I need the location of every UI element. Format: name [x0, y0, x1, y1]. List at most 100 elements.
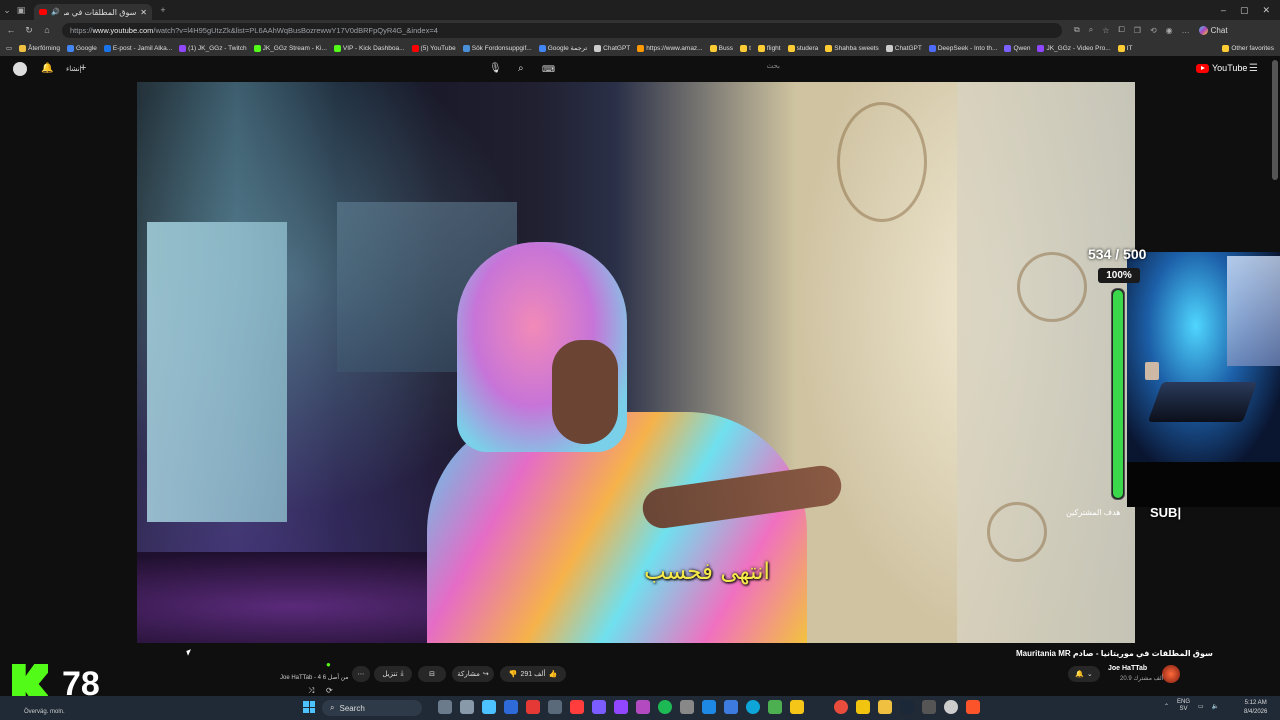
bookmark-item[interactable]: https://www.amaz... [637, 44, 703, 52]
page-scrollbar[interactable] [1272, 60, 1278, 180]
app-icon[interactable] [702, 700, 716, 714]
like-icon[interactable]: 👍 [548, 670, 557, 678]
bookmark-item[interactable]: ChatGPT [594, 44, 630, 52]
other-favorites[interactable]: Other favorites [1222, 44, 1280, 52]
subscribe-bell-button[interactable]: 🔔 ⌄ [1068, 666, 1100, 682]
speaker-icon[interactable]: 🔊 [51, 8, 60, 16]
bookmark-item[interactable]: JK_GGz Stream - Ki... [253, 44, 327, 52]
steam-icon[interactable] [900, 700, 914, 714]
app-icon[interactable] [570, 700, 584, 714]
app-icon[interactable] [834, 700, 848, 714]
close-window-icon[interactable]: ✕ [1262, 5, 1270, 16]
bookmark-item[interactable]: ChatGPT [885, 44, 922, 52]
back-icon[interactable]: ← [4, 25, 18, 35]
download-button[interactable]: تنزيل ⤓ [374, 666, 412, 682]
app-icon[interactable] [592, 700, 606, 714]
maximize-icon[interactable]: ▢ [1240, 5, 1249, 16]
zoom-icon[interactable]: ⌕ [1089, 25, 1093, 35]
save-button[interactable]: ⊟ [418, 666, 446, 682]
video-player[interactable]: انتهى فحسب [137, 82, 1135, 643]
share-button[interactable]: مشاركة ↪ [452, 666, 494, 682]
new-tab-icon[interactable]: + [156, 5, 170, 15]
extensions-icon[interactable]: ⧠ [1118, 25, 1124, 35]
bookmark-item[interactable]: Google [66, 44, 97, 52]
bookmark-folder[interactable]: t [740, 44, 751, 52]
bookmark-item[interactable]: Google ترجمة [538, 44, 587, 52]
app-icon[interactable] [460, 700, 474, 714]
bookmark-label: JK_GGz Stream - Ki... [262, 44, 327, 52]
brave-icon[interactable] [966, 700, 980, 714]
bookmark-item[interactable]: Qwen [1004, 44, 1030, 52]
menu-dots-icon[interactable]: … [1182, 26, 1190, 35]
collections-icon[interactable]: ❐ [1134, 26, 1141, 35]
file-explorer-icon[interactable] [878, 700, 892, 714]
weather-label[interactable]: Överväg. moln. [24, 709, 65, 715]
youtube-search-input[interactable]: بحث [536, 62, 786, 76]
app-icon[interactable] [922, 700, 936, 714]
bookmark-item[interactable]: VIP - Kick Dashboa... [333, 44, 405, 52]
language-indicator[interactable]: ENG SV [1177, 699, 1190, 713]
shuffle-icon[interactable]: ⤨ [308, 686, 314, 696]
tray-chevron-up-icon[interactable]: ⌃ [1164, 703, 1169, 710]
bookmark-item[interactable]: (1) JK_GGz - Twitch [179, 44, 247, 52]
tab-actions-icon[interactable]: ⌄ [0, 5, 14, 16]
home-icon[interactable]: ⌂ [40, 25, 54, 35]
app-icon[interactable] [768, 700, 782, 714]
history-icon[interactable]: ⟲ [1150, 26, 1157, 35]
taskbar-clock[interactable]: 5:12 AM 8/4/2026 [1244, 699, 1267, 717]
create-plus-icon[interactable]: + [80, 62, 86, 74]
app-icon[interactable] [504, 700, 518, 714]
refresh-icon[interactable]: ↻ [22, 25, 36, 36]
app-icon[interactable] [680, 700, 694, 714]
app-icon[interactable] [548, 700, 562, 714]
youtube-logo[interactable]: YouTube [1196, 63, 1247, 73]
menu-icon[interactable]: ☰ [1249, 63, 1258, 74]
task-view-icon[interactable] [438, 700, 452, 714]
copilot-button[interactable]: Chat [1198, 25, 1228, 35]
app-icon[interactable] [944, 700, 958, 714]
spotify-icon[interactable] [658, 700, 672, 714]
bookmark-item[interactable]: DeepSeek - Into th... [928, 44, 997, 52]
app-icon[interactable] [526, 700, 540, 714]
edge-icon[interactable] [746, 700, 760, 714]
favorite-icon[interactable]: ☆ [1102, 26, 1109, 35]
loop-icon[interactable]: ⟳ [326, 686, 333, 695]
app-icon[interactable] [636, 700, 650, 714]
twitch-icon[interactable] [614, 700, 628, 714]
bookmark-folder[interactable]: Buss [709, 44, 733, 52]
bookmark-folder[interactable]: IT [1117, 44, 1132, 52]
bookmark-item[interactable]: Återförning [19, 44, 60, 52]
volume-icon[interactable]: 🔈 [1212, 703, 1219, 710]
sidebar-toggle-icon[interactable]: ▭ [6, 44, 12, 52]
windows-start-icon[interactable] [303, 701, 315, 713]
notifications-icon[interactable]: 🔔 [41, 63, 53, 74]
profile-icon[interactable]: ◉ [1166, 26, 1173, 35]
bookmark-item[interactable]: Sök Fordonsuppgif... [462, 44, 532, 52]
translate-icon[interactable]: ⧉ [1074, 25, 1080, 35]
taskbar-search[interactable]: ⌕ Search [322, 700, 422, 716]
app-icon[interactable] [724, 700, 738, 714]
search-icon[interactable]: ⌕ [518, 63, 524, 74]
bookmark-folder[interactable]: Shahba sweets [825, 44, 879, 52]
app-icon[interactable] [482, 700, 496, 714]
bookmark-folder[interactable]: flight [757, 44, 781, 52]
minimize-icon[interactable]: – [1221, 5, 1226, 16]
channel-avatar[interactable] [1162, 665, 1180, 683]
more-actions-button[interactable]: ⋯ [352, 666, 370, 682]
app-icon[interactable] [790, 700, 804, 714]
workspaces-icon[interactable]: ▣ [14, 5, 28, 16]
bookmark-folder[interactable]: studera [787, 44, 818, 52]
app-icon[interactable] [856, 700, 870, 714]
account-avatar[interactable] [13, 62, 27, 76]
mic-icon[interactable]: 🎙 [489, 63, 502, 74]
dislike-icon[interactable]: 👎 [509, 670, 518, 678]
network-icon[interactable]: ▭ [1198, 703, 1204, 710]
like-dislike-button[interactable]: 👎 291 ألف 👍 [500, 666, 566, 682]
url-bar[interactable]: https://www.youtube.com/watch?v=l4H95gUt… [62, 22, 1062, 38]
bookmark-item[interactable]: E-post - Jamil Alka... [103, 44, 172, 52]
tab-active[interactable]: 🔊 سوق المطلقات في موريتانيا - ✕ [34, 4, 152, 20]
bookmark-item[interactable]: JK_GGz - Video Pro... [1037, 44, 1111, 52]
close-tab-icon[interactable]: ✕ [140, 8, 147, 17]
channel-name[interactable]: Joe HaTTab [1108, 665, 1147, 672]
bookmark-item[interactable]: (5) YouTube [411, 44, 456, 52]
